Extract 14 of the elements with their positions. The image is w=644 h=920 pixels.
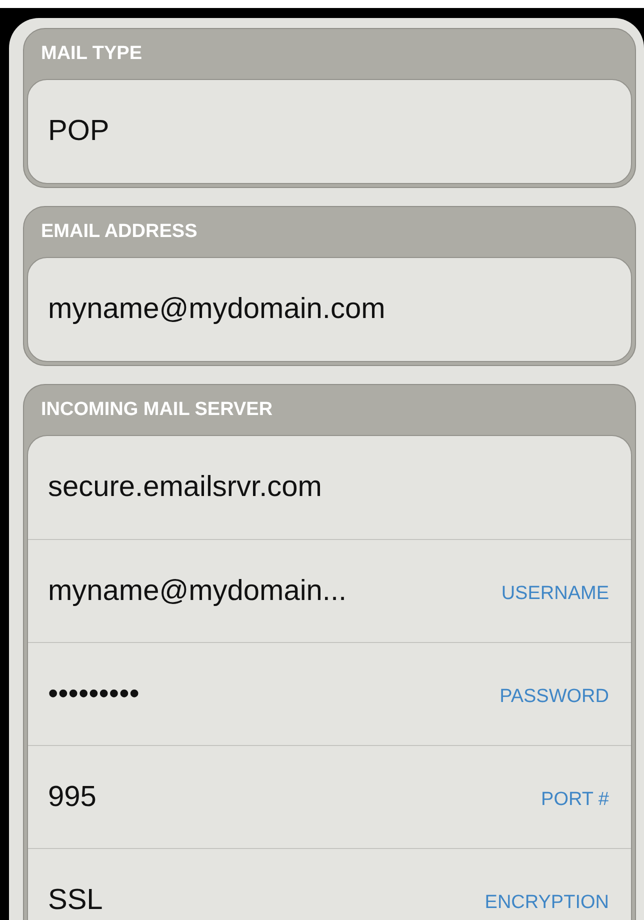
field-label: ENCRYPTION [484,891,609,914]
input-field[interactable]: myname@mydomain.com [48,293,386,326]
section-title: EMAIL ADDRESS [40,220,198,244]
input-field[interactable]: ••••••••• [48,678,140,710]
section-title: INCOMING MAIL SERVER [40,398,274,422]
field-label: PASSWORD [500,685,609,708]
input-field[interactable]: myname@mydomain... [48,574,347,608]
input-field[interactable]: 995 [48,780,96,814]
input-field[interactable]: secure.emailsrvr.com [48,471,322,504]
section-title: MAIL TYPE [40,42,142,66]
field-label: USERNAME [501,582,609,605]
input-field[interactable]: SSL [48,884,103,916]
field-label: PORT # [541,788,609,811]
input-field[interactable]: POP [48,115,110,148]
